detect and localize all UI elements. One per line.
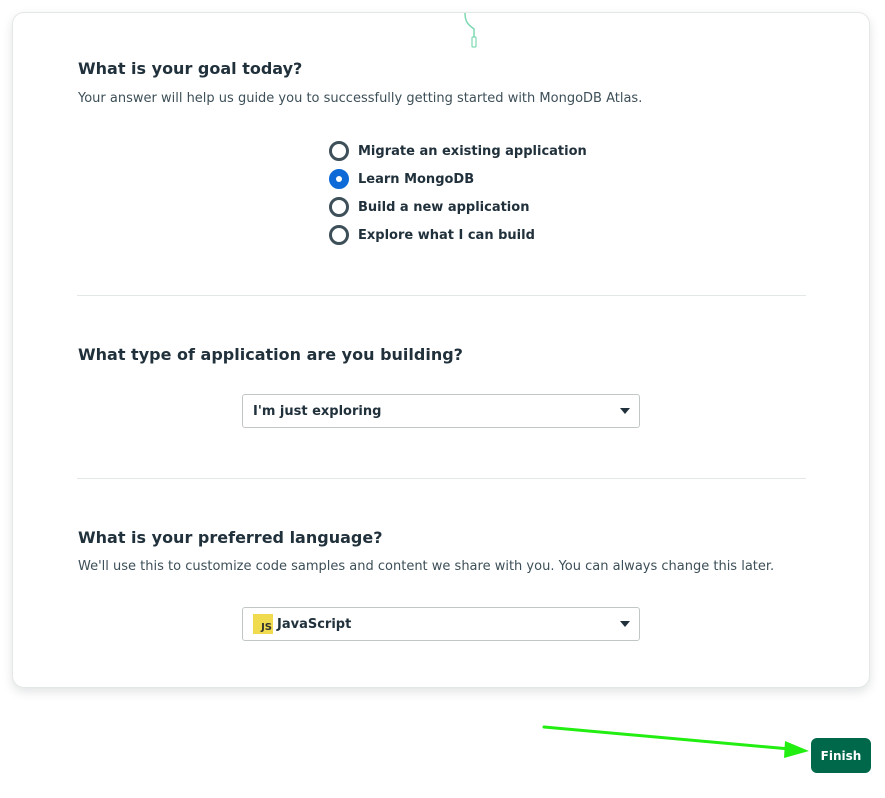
goal-option-label: Explore what I can build bbox=[358, 227, 535, 243]
page: What is your goal today? Your answer wil… bbox=[0, 0, 885, 798]
caret-down-icon bbox=[620, 408, 630, 414]
javascript-logo-icon: JS bbox=[253, 614, 273, 634]
goal-option-build[interactable]: Build a new application bbox=[329, 193, 587, 221]
setup-card: What is your goal today? Your answer wil… bbox=[12, 12, 870, 688]
radio-button[interactable] bbox=[329, 225, 349, 245]
finish-button[interactable]: Finish bbox=[811, 738, 871, 773]
language-question-description: We'll use this to customize code samples… bbox=[78, 559, 775, 574]
goal-option-label: Migrate an existing application bbox=[358, 143, 587, 159]
connector-line-decoration bbox=[464, 13, 477, 48]
radio-button[interactable] bbox=[329, 141, 349, 161]
app-type-select[interactable]: I'm just exploring bbox=[242, 394, 640, 428]
radio-button[interactable] bbox=[329, 197, 349, 217]
app-type-question-title: What type of application are you buildin… bbox=[78, 345, 463, 364]
language-selected-value: JavaScript bbox=[277, 616, 352, 632]
goal-option-label: Build a new application bbox=[358, 199, 530, 215]
language-question-title: What is your preferred language? bbox=[78, 528, 383, 547]
goal-option-migrate[interactable]: Migrate an existing application bbox=[329, 137, 587, 165]
goal-option-label: Learn MongoDB bbox=[358, 171, 475, 187]
goal-radio-group: Migrate an existing application Learn Mo… bbox=[329, 137, 587, 249]
goal-question-title: What is your goal today? bbox=[78, 59, 303, 78]
goal-question-description: Your answer will help us guide you to su… bbox=[78, 91, 643, 106]
goal-option-learn[interactable]: Learn MongoDB bbox=[329, 165, 587, 193]
language-select[interactable]: JS JavaScript bbox=[242, 607, 640, 641]
section-divider bbox=[77, 295, 806, 296]
radio-button-selected[interactable] bbox=[329, 169, 349, 189]
app-type-selected-value: I'm just exploring bbox=[253, 403, 382, 419]
caret-down-icon bbox=[620, 621, 630, 627]
goal-option-explore[interactable]: Explore what I can build bbox=[329, 221, 587, 249]
section-divider bbox=[77, 478, 806, 479]
